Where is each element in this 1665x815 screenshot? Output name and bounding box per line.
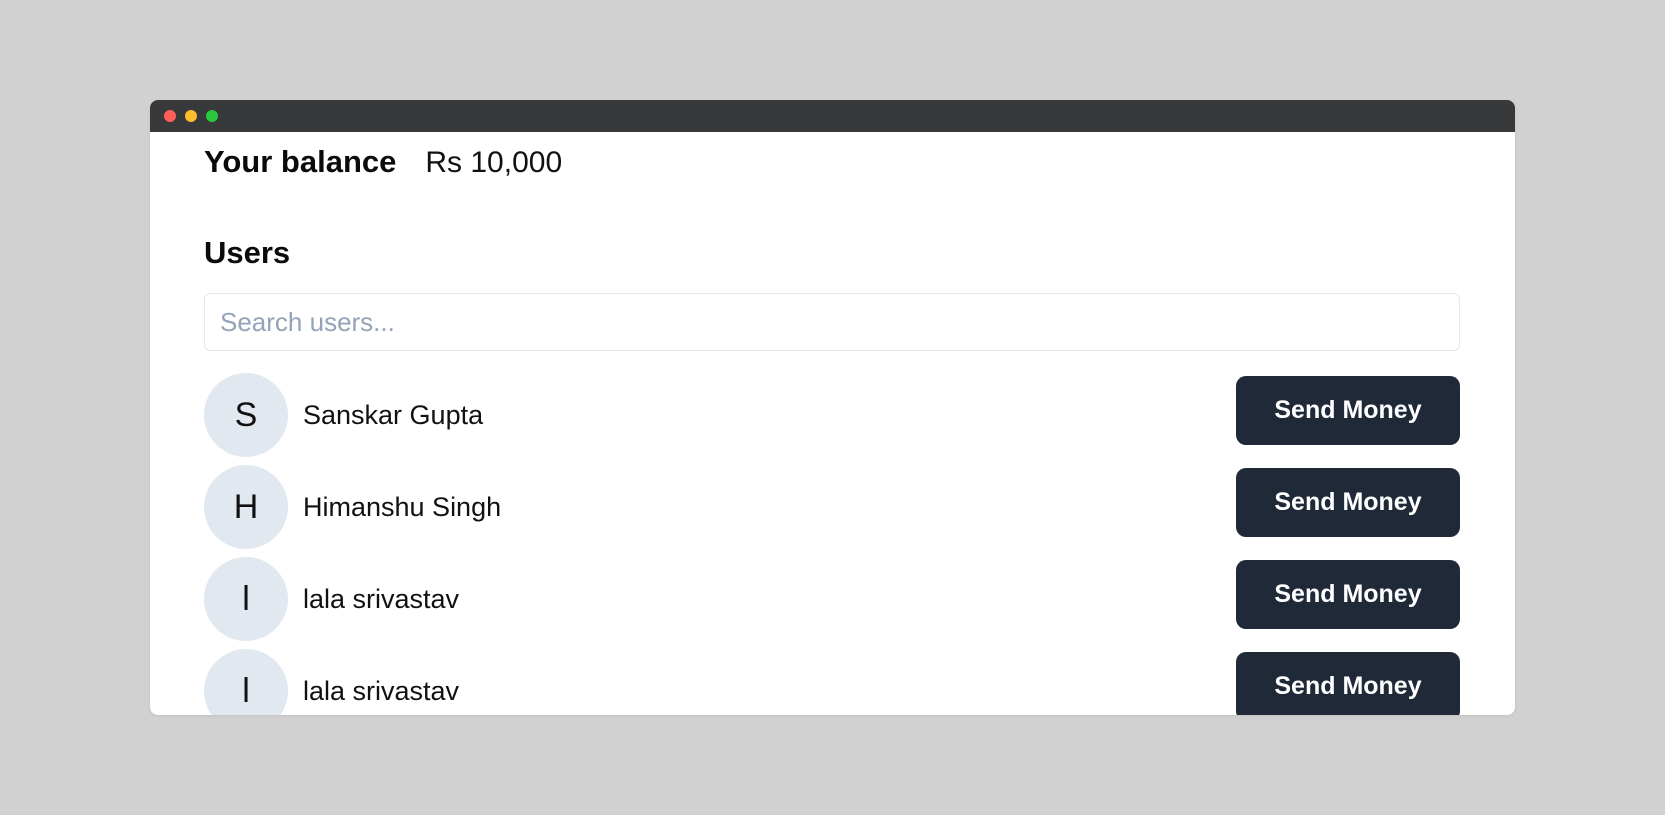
- balance-row: Your balance Rs 10,000: [204, 144, 1461, 184]
- window-titlebar: [150, 100, 1515, 132]
- user-info: l lala srivastav: [204, 557, 459, 641]
- avatar: S: [204, 373, 288, 457]
- user-name: Sanskar Gupta: [303, 399, 484, 430]
- balance-label: Your balance: [204, 144, 397, 179]
- minimize-window-icon[interactable]: [185, 110, 197, 122]
- user-info: S Sanskar Gupta: [204, 373, 483, 457]
- maximize-window-icon[interactable]: [206, 110, 218, 122]
- user-info: H Himanshu Singh: [204, 465, 501, 549]
- dashboard-content: Your balance Rs 10,000 Users S Sanskar G…: [150, 144, 1515, 715]
- user-info: l lala srivastav: [204, 649, 459, 715]
- avatar: H: [204, 465, 288, 549]
- users-heading: Users: [204, 235, 291, 270]
- close-window-icon[interactable]: [164, 110, 176, 122]
- send-money-button[interactable]: Send Money: [1236, 375, 1460, 445]
- user-name: lala srivastav: [303, 583, 460, 614]
- user-list: S Sanskar Gupta Send Money H Himanshu Si…: [204, 369, 1461, 715]
- send-money-button[interactable]: Send Money: [1236, 467, 1460, 537]
- user-row: H Himanshu Singh Send Money: [204, 461, 1460, 553]
- search-users-input[interactable]: [204, 293, 1460, 351]
- send-money-button[interactable]: Send Money: [1236, 559, 1460, 629]
- user-row: l lala srivastav Send Money: [204, 553, 1460, 645]
- balance-value: Rs 10,000: [425, 146, 563, 179]
- user-name: lala srivastav: [303, 675, 460, 706]
- user-row: S Sanskar Gupta Send Money: [204, 369, 1460, 461]
- avatar: l: [204, 649, 288, 715]
- avatar: l: [204, 557, 288, 641]
- app-window: Your balance Rs 10,000 Users S Sanskar G…: [150, 100, 1515, 715]
- user-name: Himanshu Singh: [303, 491, 502, 522]
- send-money-button[interactable]: Send Money: [1236, 651, 1460, 715]
- user-row: l lala srivastav Send Money: [204, 645, 1460, 715]
